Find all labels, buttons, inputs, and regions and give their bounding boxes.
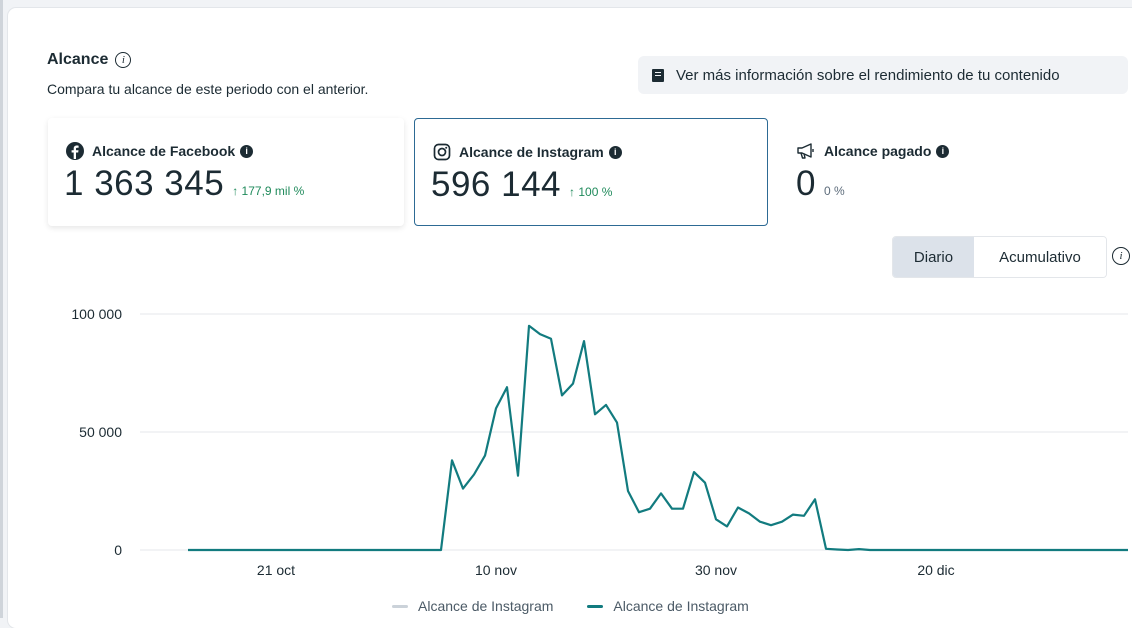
facebook-reach-value-row: 1 363 345 ↑ 177,9 mil % [64,164,304,204]
instagram-reach-label-row: Alcance de Instagram i [433,143,622,161]
paid-reach-value: 0 [796,164,816,203]
info-icon[interactable]: i [240,144,254,158]
paid-reach-label: Alcance pagado [824,143,932,159]
instagram-reach-value-row: 596 144 ↑ 100 % [431,165,612,205]
x-tick-label: 10 nov [475,562,517,578]
megaphone-icon [796,142,816,160]
x-tick-label: 21 oct [257,562,295,578]
info-icon[interactable]: i [936,144,950,158]
legend-item-current[interactable]: Alcance de Instagram [587,598,749,614]
page-title: Alcance [47,51,109,68]
title-row: Alcance i [47,51,132,69]
legend-swatch-previous [392,604,408,608]
legend-swatch-current [587,604,604,608]
paid-reach-change: 0 % [823,184,845,198]
cumulative-toggle-button[interactable]: Acumulativo [974,237,1106,277]
page-subtitle: Compara tu alcance de este periodo con e… [47,81,369,97]
paid-reach-value-row: 0 0 % [796,164,845,204]
facebook-reach-change: ↑ 177,9 mil % [232,184,305,198]
legend-label-previous: Alcance de Instagram [418,598,554,614]
y-tick-label: 50 000 [79,424,122,440]
instagram-reach-change: ↑ 100 % [569,185,613,199]
series-line-instagram-current [188,324,1128,552]
daily-toggle-button[interactable]: Diario [893,237,974,277]
y-tick-label: 0 [114,542,122,558]
paid-reach-card[interactable]: Alcance pagado i 0 0 % [780,118,1080,226]
facebook-reach-card[interactable]: Alcance de Facebook i 1 363 345 ↑ 177,9 … [48,118,404,226]
info-icon[interactable]: i [608,145,622,159]
legend-item-previous[interactable]: Alcance de Instagram [392,598,553,614]
facebook-reach-label: Alcance de Facebook [92,143,236,159]
instagram-reach-value: 596 144 [431,165,562,204]
more-info-button[interactable]: Ver más información sobre el rendimiento… [638,56,1128,94]
info-icon[interactable]: i [115,52,132,68]
x-tick-label: 20 dic [917,562,954,578]
instagram-reach-label: Alcance de Instagram [459,144,604,160]
reach-line-chart: 0 50 000 100 000 21 oct 10 nov 30 nov 20 dic [71,306,1128,578]
instagram-icon [433,143,451,161]
more-info-label: Ver más información sobre el rendimiento… [676,66,1060,84]
facebook-icon [66,142,84,160]
facebook-reach-label-row: Alcance de Facebook i [66,142,254,160]
paid-reach-label-row: Alcance pagado i [796,142,950,160]
legend-label-current: Alcance de Instagram [613,598,749,614]
info-icon[interactable]: i [1112,247,1130,265]
chart-legend: Alcance de Instagram Alcance de Instagra… [392,598,783,614]
facebook-reach-value: 1 363 345 [64,164,225,203]
x-tick-label: 30 nov [695,562,737,578]
book-icon [652,68,664,82]
view-toggle: Diario Acumulativo [892,236,1107,278]
y-tick-label: 100 000 [71,306,122,322]
instagram-reach-card[interactable]: Alcance de Instagram i 596 144 ↑ 100 % [414,118,768,226]
